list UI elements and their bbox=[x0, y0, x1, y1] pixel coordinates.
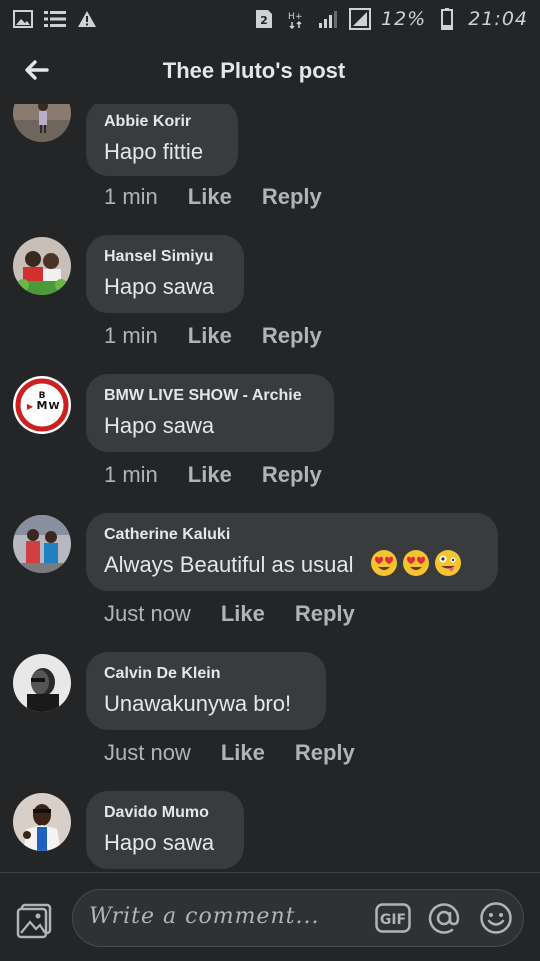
svg-text:W: W bbox=[48, 401, 59, 412]
zany-face-emoji-icon bbox=[434, 550, 461, 576]
signal-box-icon bbox=[349, 8, 371, 30]
reply-button[interactable]: Reply bbox=[295, 740, 355, 766]
comment-author[interactable]: Davido Mumo bbox=[104, 803, 224, 823]
avatar[interactable]: M B ▶ W bbox=[13, 376, 71, 434]
warning-icon bbox=[76, 8, 98, 30]
reply-button[interactable]: Reply bbox=[295, 601, 355, 627]
status-bar: 2 H + 12% 21:04 bbox=[0, 0, 540, 38]
at-icon bbox=[428, 903, 460, 934]
comment-time: 1 min bbox=[104, 184, 158, 209]
gif-label: GIF bbox=[380, 912, 406, 928]
comment-actions: 1 min Like Reply bbox=[104, 323, 322, 349]
comment-list[interactable]: Abbie Korir Hapo fittie 1 min Like Reply… bbox=[0, 104, 540, 872]
heart-eyes-emoji-icon bbox=[402, 550, 429, 576]
clock: 21:04 bbox=[468, 8, 528, 30]
avatar[interactable] bbox=[13, 104, 71, 142]
image-icon bbox=[12, 8, 34, 30]
comment-actions: Just now Like Reply bbox=[104, 601, 355, 627]
comment-author[interactable]: Calvin De Klein bbox=[104, 664, 306, 684]
comment-text: Hapo sawa bbox=[104, 413, 215, 438]
comment-text: Hapo sawa bbox=[104, 830, 215, 855]
comment-time: 1 min bbox=[104, 323, 158, 348]
page-title: Thee Pluto's post bbox=[162, 58, 346, 83]
photo-icon bbox=[16, 903, 52, 939]
comment-text: Unawakunywa bro! bbox=[104, 691, 292, 716]
comment-bubble[interactable]: Hansel Simiyu Hapo sawa bbox=[86, 235, 244, 313]
network-ht-icon: H + bbox=[285, 8, 307, 30]
sim-icon: 2 bbox=[253, 8, 275, 30]
comment-time: Just now bbox=[104, 740, 191, 765]
comment-bubble[interactable]: Catherine Kaluki Always Beautiful as usu… bbox=[86, 513, 498, 591]
gif-button[interactable]: GIF bbox=[375, 903, 411, 933]
comment-input[interactable]: Write a comment... GIF bbox=[72, 889, 524, 947]
comment-bubble[interactable]: BMW LIVE SHOW - Archie Hapo sawa bbox=[86, 374, 334, 452]
svg-text:B: B bbox=[39, 391, 46, 401]
list-icon bbox=[44, 8, 66, 30]
comment-bubble[interactable]: Calvin De Klein Unawakunywa bro! bbox=[86, 652, 326, 730]
avatar[interactable] bbox=[13, 654, 71, 712]
sim-label: 2 bbox=[260, 14, 268, 27]
heart-eyes-emoji-icon bbox=[370, 550, 397, 576]
comment-time: Just now bbox=[104, 601, 191, 626]
photo-button[interactable] bbox=[16, 903, 52, 939]
avatar[interactable] bbox=[13, 515, 71, 573]
emoji-button[interactable] bbox=[479, 901, 513, 935]
like-button[interactable]: Like bbox=[188, 323, 232, 349]
like-button[interactable]: Like bbox=[221, 740, 265, 766]
like-button[interactable]: Like bbox=[221, 601, 265, 627]
svg-text:H: H bbox=[288, 12, 295, 22]
comment-text-content: Always Beautiful as usual bbox=[104, 552, 354, 577]
comment-author[interactable]: Abbie Korir bbox=[104, 112, 218, 132]
comment-composer: Write a comment... GIF bbox=[0, 872, 540, 961]
battery-percent: 12% bbox=[381, 8, 427, 30]
reply-button[interactable]: Reply bbox=[262, 323, 322, 349]
comment-actions: 1 min Like Reply bbox=[104, 184, 322, 210]
comment-author[interactable]: BMW LIVE SHOW - Archie bbox=[104, 386, 314, 406]
smile-icon bbox=[480, 902, 512, 934]
comment-actions: 1 min Like Reply bbox=[104, 462, 322, 488]
comment-author[interactable]: Catherine Kaluki bbox=[104, 525, 478, 545]
avatar[interactable] bbox=[13, 237, 71, 295]
svg-text:▶: ▶ bbox=[27, 402, 34, 411]
avatar[interactable] bbox=[13, 793, 71, 851]
comment-text: Hapo fittie bbox=[104, 139, 204, 164]
like-button[interactable]: Like bbox=[188, 462, 232, 488]
comment-time: 1 min bbox=[104, 462, 158, 487]
comment-placeholder: Write a comment... bbox=[89, 904, 320, 929]
mention-button[interactable] bbox=[427, 901, 461, 935]
back-button[interactable] bbox=[18, 52, 54, 88]
battery-icon bbox=[436, 8, 458, 30]
comment-author[interactable]: Hansel Simiyu bbox=[104, 247, 224, 267]
like-button[interactable]: Like bbox=[188, 184, 232, 210]
signal-icon bbox=[317, 8, 339, 30]
header-bar: Thee Pluto's post bbox=[0, 38, 540, 104]
comment-bubble[interactable]: Davido Mumo Hapo sawa bbox=[86, 791, 244, 869]
comment-actions: Just now Like Reply bbox=[104, 740, 355, 766]
comment-text: Always Beautiful as usual bbox=[104, 549, 478, 581]
comment-bubble[interactable]: Abbie Korir Hapo fittie bbox=[86, 104, 238, 176]
reply-button[interactable]: Reply bbox=[262, 184, 322, 210]
reply-button[interactable]: Reply bbox=[262, 462, 322, 488]
svg-text:+: + bbox=[295, 12, 303, 22]
back-arrow-icon bbox=[25, 60, 49, 80]
comment-text: Hapo sawa bbox=[104, 274, 215, 299]
